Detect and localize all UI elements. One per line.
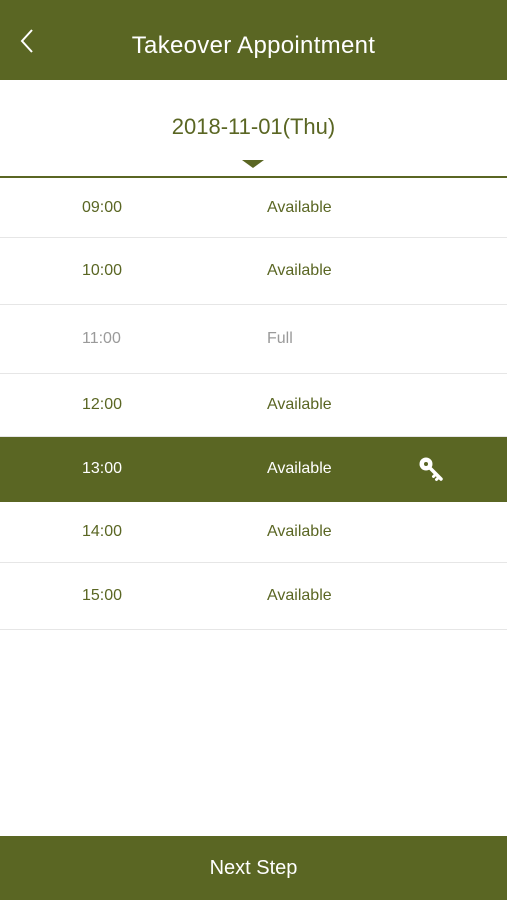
slot-status: Available xyxy=(267,262,332,279)
time-slot-0900[interactable]: 09:00 Available xyxy=(0,178,507,238)
slot-status: Available xyxy=(267,460,332,477)
time-slot-1300[interactable]: 13:00 Available xyxy=(0,437,507,502)
slot-time: 14:00 xyxy=(82,523,123,540)
time-slot-1000[interactable]: 10:00 Available xyxy=(0,238,507,305)
appointment-screen: Takeover Appointment 2018-11-01(Thu) 09:… xyxy=(0,0,507,900)
slot-status: Available xyxy=(267,587,332,604)
time-slot-1200[interactable]: 12:00 Available xyxy=(0,374,507,437)
page-title: Takeover Appointment xyxy=(131,32,376,59)
key-icon xyxy=(419,457,443,481)
caret-down-icon xyxy=(242,160,264,168)
header-bar: Takeover Appointment xyxy=(0,0,507,80)
date-value: 2018-11-01(Thu) xyxy=(171,114,336,139)
slot-time: 15:00 xyxy=(82,587,123,604)
slot-time: 12:00 xyxy=(82,396,123,413)
slot-time: 11:00 xyxy=(82,330,121,347)
time-slot-1500[interactable]: 15:00 Available xyxy=(0,563,507,630)
slot-time: 13:00 xyxy=(82,460,123,477)
date-picker[interactable]: 2018-11-01(Thu) xyxy=(0,80,507,178)
slot-time: 10:00 xyxy=(82,262,123,279)
time-slot-1100: 11:00 Full xyxy=(0,305,507,374)
next-step-button[interactable]: Next Step xyxy=(0,836,507,900)
slot-status: Available xyxy=(267,523,332,540)
time-slot-list: 09:00 Available 10:00 Available 11:00 Fu… xyxy=(0,178,507,630)
slot-time: 09:00 xyxy=(82,198,123,216)
slot-status: Full xyxy=(267,330,293,347)
slot-status: Available xyxy=(267,198,332,216)
time-slot-1400[interactable]: 14:00 Available xyxy=(0,502,507,563)
slot-status: Available xyxy=(267,396,332,413)
